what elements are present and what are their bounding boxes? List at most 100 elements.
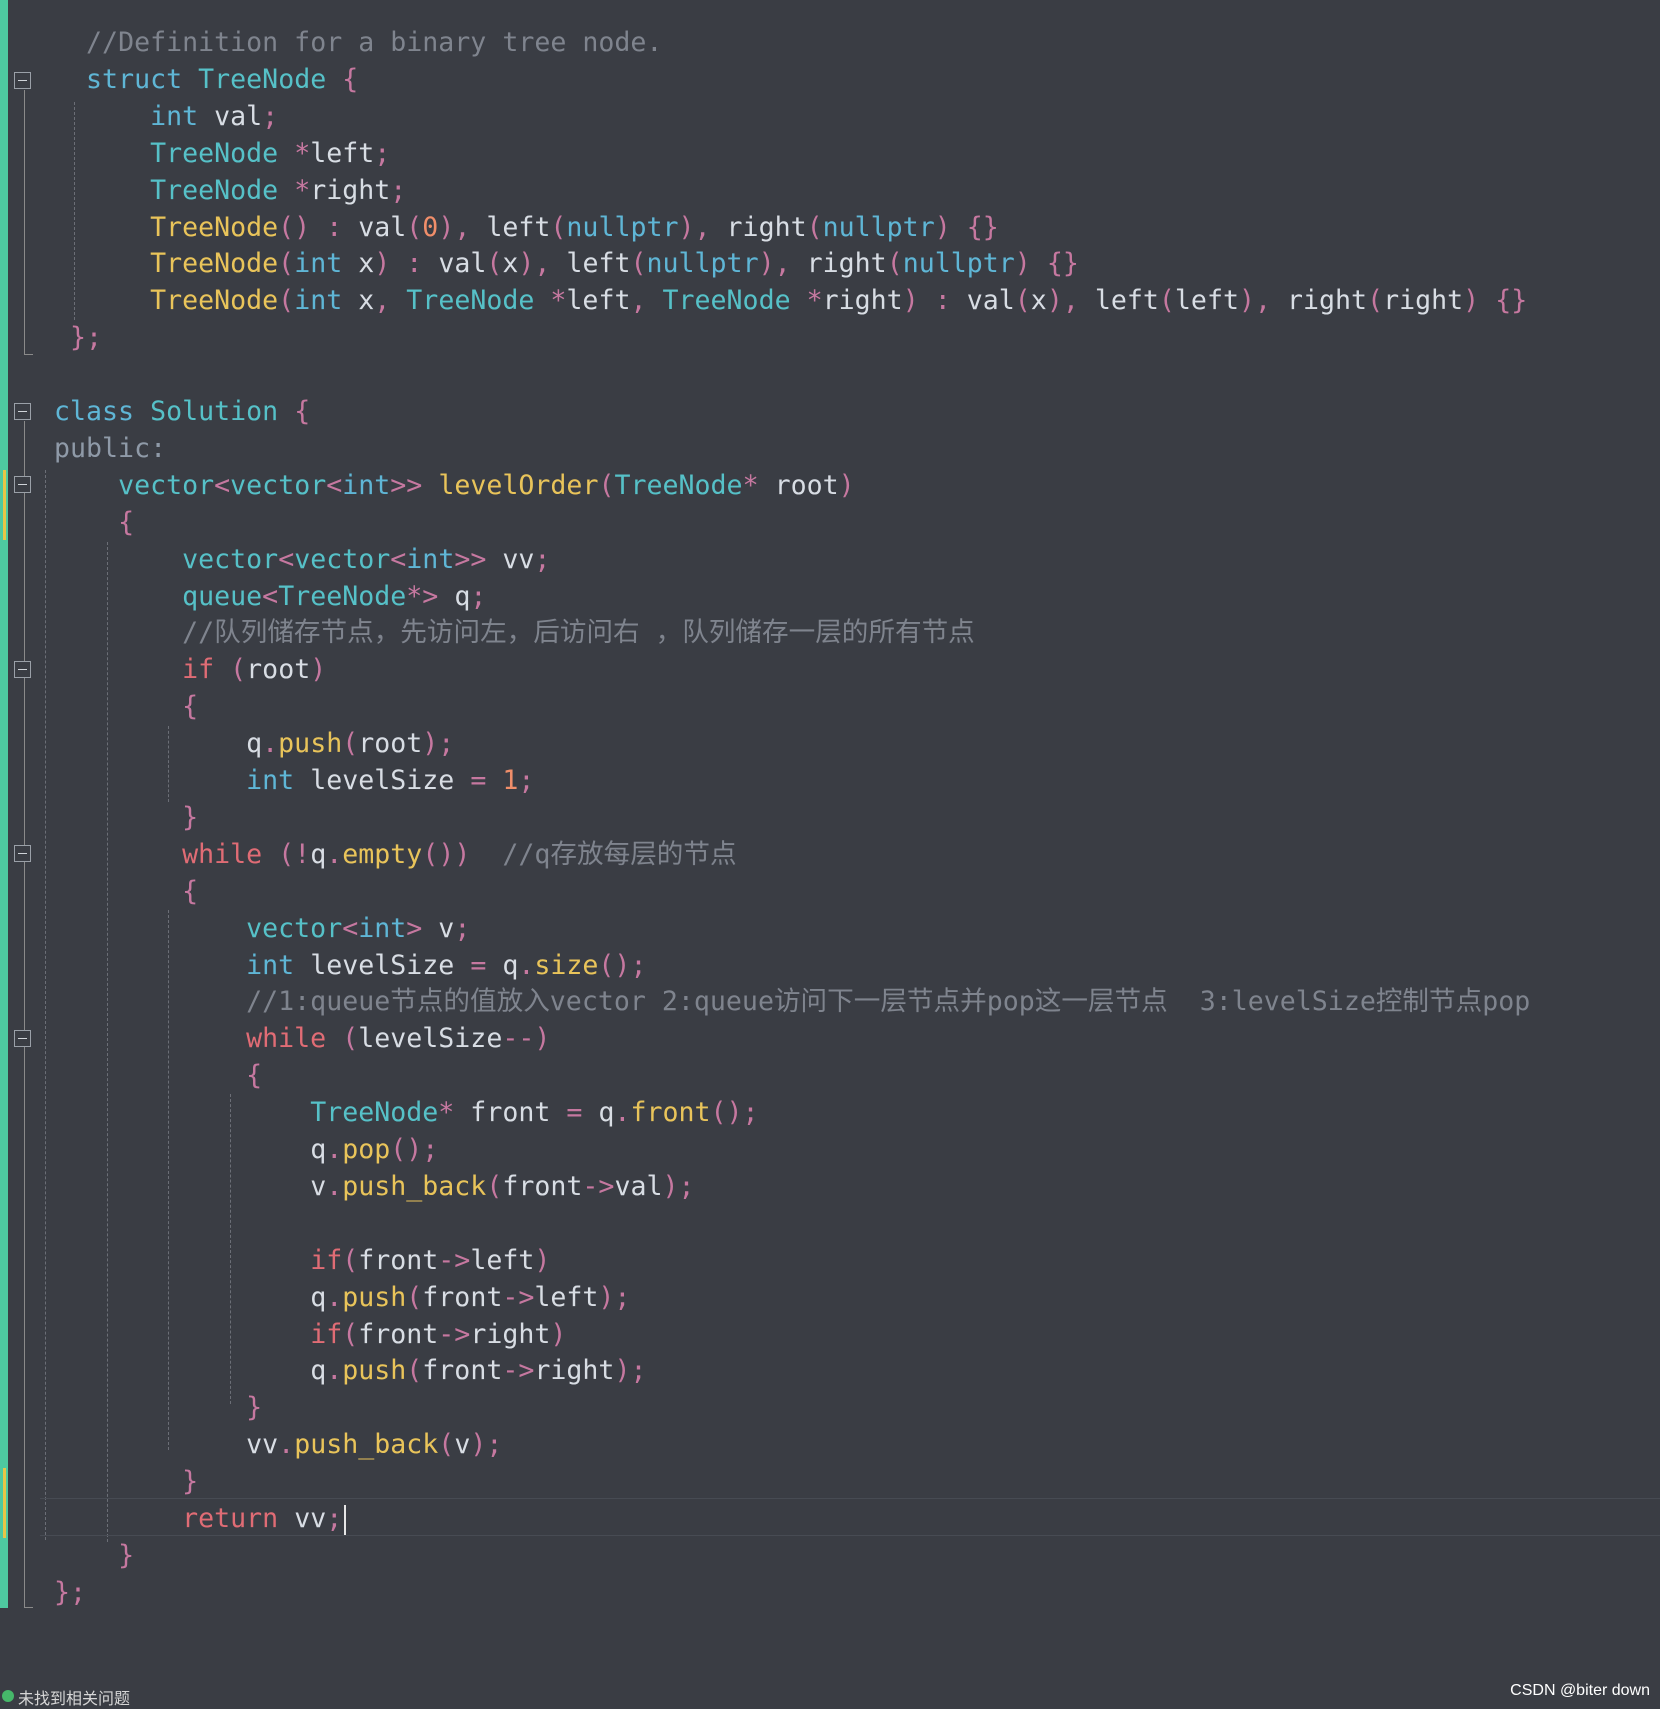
code-line[interactable]: return vv; [38, 1500, 347, 1537]
code-line[interactable]: int levelSize = q.size(); [38, 947, 646, 984]
code-token: ; [470, 580, 487, 612]
code-line[interactable]: if(front->left) [38, 1242, 550, 1279]
code-token: ); [614, 1355, 647, 1387]
code-token: TreeNode [150, 137, 279, 169]
code-line[interactable]: }; [38, 1574, 86, 1611]
code-line[interactable]: { [38, 873, 198, 910]
code-token: levelSize [294, 949, 471, 981]
code-token: nullptr [646, 248, 759, 280]
code-token: while [246, 1023, 327, 1055]
code-line[interactable]: { [38, 688, 198, 725]
code-token: -> [438, 1318, 471, 1350]
code-token: x [342, 285, 375, 317]
code-line[interactable]: int val; [38, 98, 278, 135]
code-line[interactable]: vv.push_back(v); [38, 1426, 502, 1463]
code-token: TreeNode [310, 1097, 439, 1129]
code-line[interactable]: while (levelSize--) [38, 1020, 550, 1057]
code-line[interactable]: q.push(front->left); [38, 1279, 630, 1316]
code-line[interactable]: //1:queue节点的值放入vector 2:queue访问下一层节点并pop… [38, 983, 1530, 1020]
code-token: () [278, 211, 311, 243]
code-line[interactable]: vector<vector<int>> levelOrder(TreeNode*… [38, 467, 855, 504]
code-line[interactable]: vector<vector<int>> vv; [38, 541, 550, 578]
code-token: * [294, 174, 311, 206]
code-token: ), [1238, 285, 1271, 317]
code-line[interactable]: TreeNode() : val(0), left(nullptr), righ… [38, 209, 999, 246]
code-token: } [182, 801, 199, 833]
code-line[interactable]: v.push_back(front->val); [38, 1168, 695, 1205]
code-line[interactable]: TreeNode(int x, TreeNode *left, TreeNode… [38, 282, 1527, 319]
code-line[interactable]: TreeNode* front = q.front(); [38, 1094, 758, 1131]
code-token: q [310, 1281, 327, 1313]
code-token: right [470, 1318, 551, 1350]
code-line[interactable]: { [38, 1057, 262, 1094]
code-token: TreeNode [150, 248, 279, 280]
code-token: : [406, 248, 423, 280]
code-line[interactable]: q.push(root); [38, 725, 454, 762]
fold-toggle-icon[interactable] [14, 72, 31, 89]
code-token: . [518, 949, 535, 981]
code-token: int [358, 912, 407, 944]
fold-line [24, 90, 25, 354]
fold-toggle-icon[interactable] [14, 661, 31, 678]
fold-toggle-icon[interactable] [14, 1030, 31, 1047]
code-line[interactable]: int levelSize = 1; [38, 762, 534, 799]
fold-toggle-icon[interactable] [14, 403, 31, 420]
code-line[interactable]: } [38, 1463, 198, 1500]
code-line[interactable]: } [38, 1537, 134, 1574]
code-line[interactable]: } [38, 1389, 262, 1426]
code-token: levelOrder [438, 469, 599, 501]
code-token: val [614, 1170, 663, 1202]
code-line[interactable]: } [38, 799, 198, 836]
code-token: push [342, 1355, 407, 1387]
code-line[interactable]: //队列储存节点，先访问左，后访问右 ，队列储存一层的所有节点 [38, 614, 975, 651]
code-token: ); [598, 1281, 631, 1313]
code-line[interactable]: //Definition for a binary tree node. [38, 24, 662, 61]
code-line[interactable]: TreeNode(int x) : val(x), left(nullptr),… [38, 245, 1079, 282]
code-line[interactable]: TreeNode *left; [38, 135, 390, 172]
code-token: {} [1046, 248, 1079, 280]
code-line[interactable]: if (root) [38, 651, 326, 688]
code-line[interactable]: TreeNode *right; [38, 172, 406, 209]
code-token: . [326, 1355, 343, 1387]
code-token: v [310, 1170, 327, 1202]
code-line[interactable]: q.push(front->right); [38, 1352, 646, 1389]
code-token: ; [518, 765, 535, 796]
code-line[interactable]: class Solution { [38, 393, 310, 430]
code-token: struct [86, 63, 183, 95]
code-line[interactable]: public: [38, 430, 166, 467]
code-line[interactable]: vector<int> v; [38, 910, 470, 947]
code-line[interactable]: if(front->right) [38, 1316, 566, 1353]
code-editor[interactable]: //Definition for a binary tree node. str… [0, 0, 1660, 1678]
code-token: return [182, 1503, 279, 1534]
code-token: ); [662, 1170, 695, 1202]
status-bar: 未找到相关问题 CSDN @biter down [0, 1678, 1660, 1708]
code-token: ( [342, 728, 359, 760]
fold-toggle-icon[interactable] [14, 845, 31, 862]
code-token: left [534, 1281, 599, 1313]
code-line[interactable]: q.pop(); [38, 1131, 438, 1168]
code-line[interactable]: while (!q.empty()) //q存放每层的节点 [38, 836, 736, 873]
code-token: . [326, 1134, 343, 1165]
code-line[interactable]: { [38, 504, 134, 541]
fold-toggle-icon[interactable] [14, 476, 31, 493]
check-icon [2, 1690, 14, 1702]
code-line[interactable]: queue<TreeNode*> q; [38, 578, 486, 615]
code-line[interactable]: }; [38, 319, 102, 356]
code-line[interactable]: struct TreeNode { [38, 61, 358, 98]
code-token: < [214, 469, 231, 501]
status-message[interactable]: 未找到相关问题 [18, 1685, 130, 1709]
